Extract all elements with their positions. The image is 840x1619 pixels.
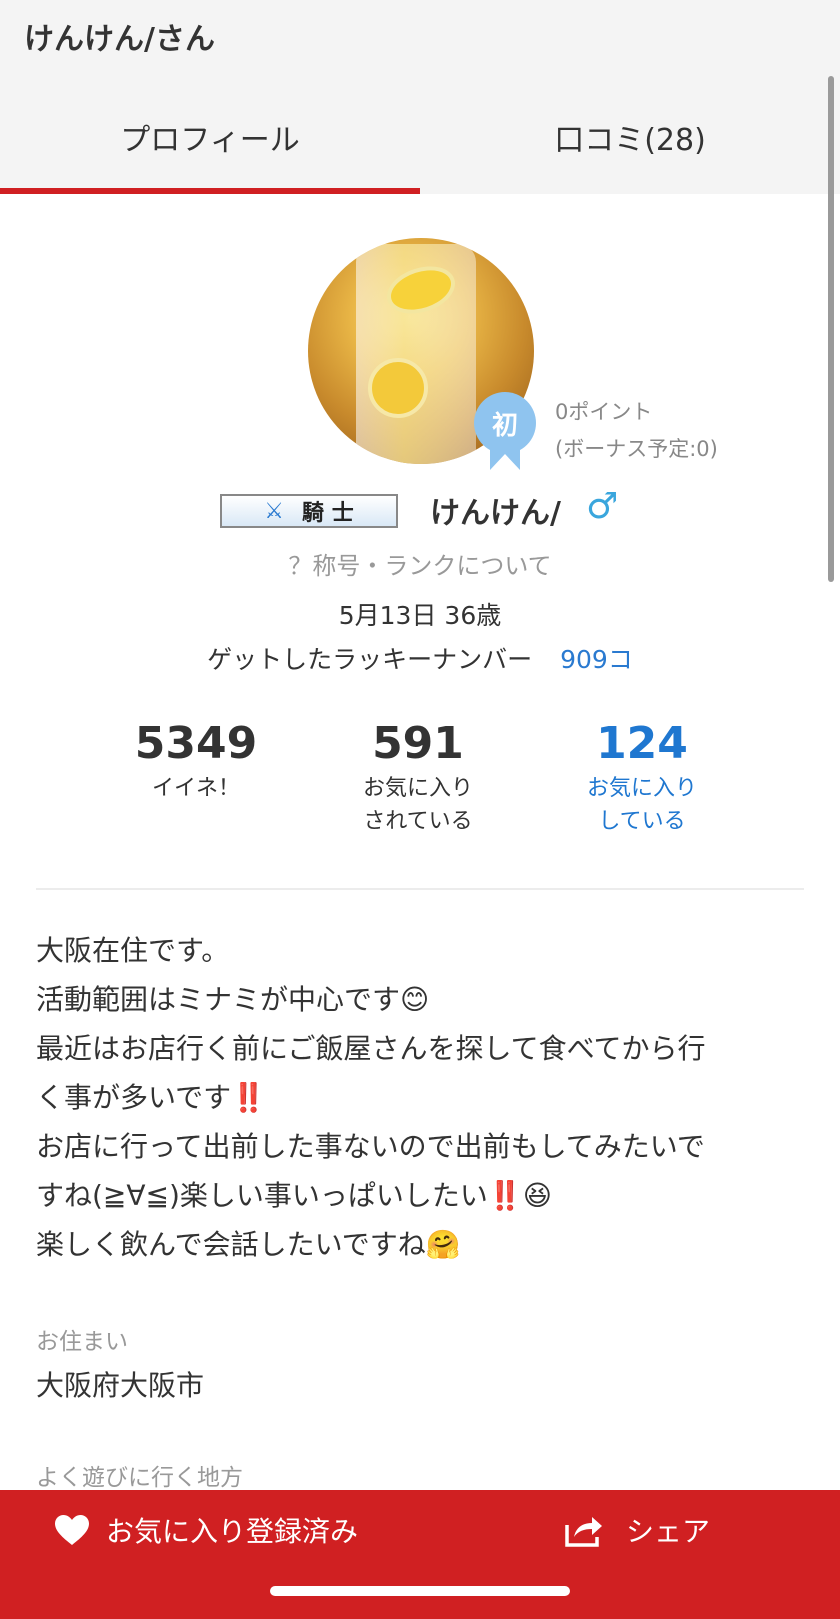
home-indicator[interactable] [270, 1586, 570, 1596]
lucky-number-count[interactable]: 909コ [560, 645, 633, 674]
lucky-number-row: ゲットしたラッキーナンバー 909コ [0, 640, 840, 676]
stat-favoriting[interactable]: 124 お気に入り している [532, 716, 752, 838]
points-info: 0ポイント (ボーナス予定:0) [555, 394, 718, 468]
share-button-label: シェア [626, 1515, 711, 1548]
bonus-value: (ボーナス予定:0) [555, 437, 718, 461]
points-value: 0ポイント [555, 400, 653, 424]
stat-favorited-by: 591 お気に入り されている [308, 716, 528, 838]
stat-favoriting-value[interactable]: 124 [532, 716, 752, 772]
bio-line: 大阪在住です。 [36, 934, 230, 967]
stats-row: 5349 イイネ！ 591 お気に入り されている 124 お気に入り している [0, 716, 840, 846]
rank-info-link[interactable]: ？称号・ランクについて [0, 546, 840, 581]
bio-line: 楽しく飲んで会話したいですね🤗 [36, 1228, 461, 1261]
divider [36, 888, 804, 890]
favorite-button-label: お気に入り登録済み [106, 1515, 359, 1548]
tab-bar: プロフィール 口コミ(28) [0, 80, 840, 194]
stat-favorited-by-label-1: お気に入り [362, 776, 473, 801]
bio-line: 活動範囲はミナミが中心です😊 [36, 983, 430, 1016]
rank-title-badge: ⚔ 騎 士 [220, 494, 398, 528]
bio-line: く事が多いです‼️ [36, 1081, 267, 1114]
bio-line: すね(≧∀≦)楽しい事いっぱいしたい‼️😆 [36, 1179, 552, 1212]
stat-favoriting-label-2[interactable]: している [532, 805, 752, 838]
page-title: けんけん/さん [24, 22, 215, 57]
bio-line: お店に行って出前した事ないので出前もしてみたいで [36, 1130, 705, 1163]
residence-label: お住まい [36, 1329, 128, 1355]
lucky-number-label: ゲットしたラッキーナンバー [207, 645, 533, 674]
username: けんけん/ [430, 496, 561, 531]
share-icon [565, 1517, 602, 1547]
favorite-button[interactable]: お気に入り登録済み [54, 1508, 358, 1552]
stat-likes-value: 5349 [134, 718, 258, 769]
birthday-age: 5月13日 36歳 [338, 601, 502, 630]
avatar-lemon-2 [368, 358, 428, 418]
share-button[interactable]: シェア [564, 1508, 710, 1552]
bio-line: 最近はお店行く前にご飯屋さんを探して食べてから行 [36, 1032, 706, 1065]
tab-reviews[interactable]: 口コミ(28) [420, 80, 840, 194]
stat-likes: 5349 イイネ！ [86, 716, 306, 805]
stat-favorited-by-label-2: されている [363, 809, 473, 834]
page-header: けんけん/さん [0, 0, 840, 80]
tab-profile[interactable]: プロフィール [0, 80, 420, 194]
stat-favorited-by-value: 591 [372, 718, 464, 769]
stat-favoriting-label-1[interactable]: お気に入り [532, 772, 752, 805]
residence-value: 大阪府大阪市 [36, 1369, 205, 1402]
scrollbar[interactable] [828, 76, 834, 582]
beginner-badge-label: 初 [474, 392, 536, 454]
bio-text: 大阪在住です。 活動範囲はミナミが中心です😊 最近はお店行く前にご飯屋さんを探し… [36, 926, 806, 1269]
crossed-swords-icon: ⚔ [264, 498, 285, 524]
area-label: よく遊びに行く地方 [36, 1465, 243, 1491]
male-icon: ♂ [586, 486, 619, 527]
bottom-action-bar: お気に入り登録済み シェア [0, 1490, 840, 1619]
beginner-badge: 初 [474, 392, 536, 472]
stat-likes-label: イイネ！ [151, 776, 240, 801]
rank-title-label: 騎 士 [302, 501, 354, 526]
heart-icon [55, 1515, 89, 1545]
